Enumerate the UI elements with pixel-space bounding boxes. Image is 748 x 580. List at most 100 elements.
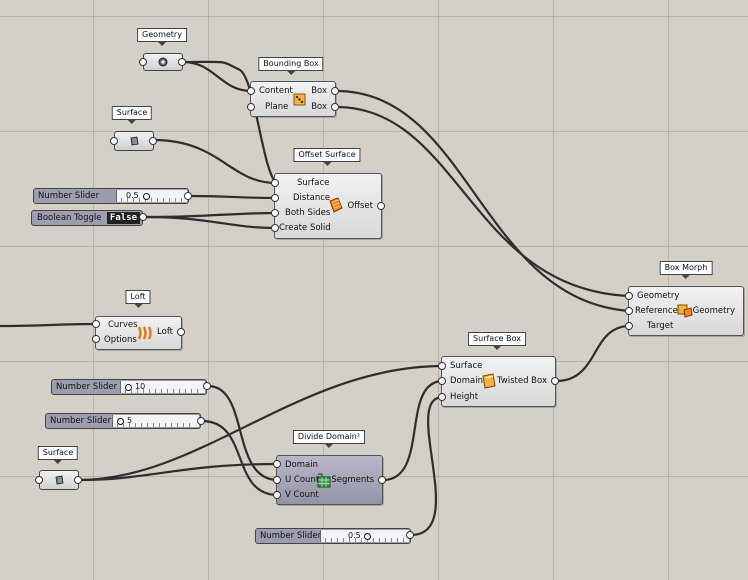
bounding-box-input-plane: Plane [265,102,289,112]
divide-domain-input-domain: Domain [285,460,318,470]
offset-surface-output-offset: Offset [347,201,373,211]
geometry-param[interactable] [143,53,183,71]
number-slider-v-count[interactable]: Number Slider 5 [45,413,201,429]
loft-output-loft: Loft [157,327,173,337]
offset-surface-distance-port[interactable] [271,194,279,202]
surface-top-tag: Surface [111,106,153,124]
slider-track[interactable]: 0.5 [320,530,409,542]
offset-surface-tag: Offset Surface [293,148,361,166]
surface-box-component[interactable]: Surface Domain Height Twisted Box [441,356,556,407]
slider-label: Number Slider [34,189,104,203]
surface-bottom-tag: Surface [37,446,79,464]
grasshopper-canvas[interactable]: Geometry Bounding Box Content Plane Box … [0,0,748,580]
slider-track[interactable]: 10 [120,381,205,393]
loft-component[interactable]: Curves Options Loft [95,316,182,350]
divide-domain-v-count-port[interactable] [273,491,281,499]
divide-domain-u-count-port[interactable] [273,476,281,484]
geometry-output-port[interactable] [178,58,186,66]
bounding-box-output-box-2: Box [311,102,327,112]
surface-box-twisted-box-port[interactable] [551,377,559,385]
offset-surface-component[interactable]: Surface Distance Both Sides Create Solid… [274,173,382,239]
bounding-box-component[interactable]: Content Plane Box Box [250,81,336,117]
box-morph-input-reference: Reference [635,306,678,316]
slider-value: 10 [135,382,146,391]
number-slider-distance[interactable]: Number Slider 0.5 [33,188,189,204]
surface-bottom-input-port[interactable] [35,476,43,484]
surface-top-input-port[interactable] [110,137,118,145]
wire-toggle-to-create-solid [143,215,278,230]
slider-track[interactable]: 0.5 [116,190,187,202]
surface-box-output-twisted-box: Twisted Box [497,376,547,386]
slider-knob[interactable] [364,533,371,540]
geometry-tag: Geometry [137,28,187,46]
surface-bottom-output-port[interactable] [74,476,82,484]
divide-domain-component[interactable]: Domain U Count V Count Segments [276,455,383,505]
loft-input-options: Options [104,335,137,345]
loft-options-port[interactable] [92,335,100,343]
bounding-box-box2-port[interactable] [331,103,339,111]
wire-segments-to-domain [381,379,445,482]
box-morph-input-geometry: Geometry [637,291,680,301]
bounding-box-input-content: Content [259,86,293,96]
bounding-box-output-box: Box [311,86,327,96]
boolean-toggle-port[interactable] [139,213,147,221]
wire-loft-input [0,322,99,328]
offset-surface-both-sides-port[interactable] [271,209,279,217]
number-slider-height-port[interactable] [406,531,414,539]
offset-surface-surface-port[interactable] [271,179,279,187]
loft-output-port[interactable] [177,328,185,336]
surface-box-input-height: Height [450,392,479,402]
surface-top-output-port[interactable] [149,137,157,145]
box-morph-component[interactable]: Geometry Reference Target Geometry [628,286,744,336]
surface-box-height-port[interactable] [438,393,446,401]
loft-tag: Loft [125,290,151,308]
bounding-box-plane-port[interactable] [247,103,255,111]
offset-surface-input-surface: Surface [297,178,330,188]
offset-surface-create-solid-port[interactable] [271,224,279,232]
box-morph-input-target: Target [647,321,674,331]
slider-value: 5 [127,416,133,425]
boolean-toggle-label: Boolean Toggle [37,213,102,223]
slider-value: 0.5 [126,191,139,200]
number-slider-u-count[interactable]: Number Slider 10 [51,379,207,395]
offset-surface-input-both-sides: Both Sides [285,208,331,218]
slider-track[interactable]: 5 [112,415,199,427]
geometry-input-port[interactable] [139,58,147,66]
loft-icon [137,326,152,340]
divide-domain-icon [317,473,331,488]
surface-bottom-param[interactable] [39,470,79,490]
box-morph-reference-port[interactable] [625,307,633,315]
surface-box-domain-port[interactable] [438,377,446,385]
surface-top-param[interactable] [114,131,154,151]
divide-domain-domain-port[interactable] [273,460,281,468]
offset-surface-input-create-solid: Create Solid [279,223,331,233]
loft-curves-port[interactable] [92,320,100,328]
number-slider-distance-port[interactable] [184,192,192,200]
slider-knob[interactable] [143,193,150,200]
surface-box-icon [482,373,496,389]
offset-surface-offset-port[interactable] [377,202,385,210]
box-morph-output-geometry: Geometry [692,306,735,316]
number-slider-height[interactable]: Number Slider 0.5 [255,528,411,544]
offset-surface-icon [329,197,343,213]
wire-slider-to-distance [188,194,278,200]
slider-label: Number Slider [46,414,116,428]
bounding-box-content-port[interactable] [247,87,255,95]
box-morph-geometry-port[interactable] [625,292,633,300]
boolean-toggle[interactable]: Boolean Toggle False [31,210,143,226]
number-slider-v-count-port[interactable] [197,417,205,425]
bounding-box-box-port[interactable] [331,87,339,95]
surface-box-tag: Surface Box [468,332,526,350]
box-morph-icon [677,304,693,318]
surface-box-surface-port[interactable] [438,362,446,370]
number-slider-u-count-port[interactable] [203,382,211,390]
slider-value: 0.5 [348,531,361,540]
divide-domain-tag: Divide Domain² [292,430,366,448]
box-morph-target-port[interactable] [625,322,633,330]
surface-icon [130,136,139,146]
surface-box-input-surface: Surface [450,361,483,371]
bounding-box-tag: Bounding Box [258,57,324,75]
boolean-toggle-value[interactable]: False [106,212,140,224]
divide-domain-segments-port[interactable] [378,476,386,484]
divide-domain-input-v-count: V Count [285,490,319,500]
